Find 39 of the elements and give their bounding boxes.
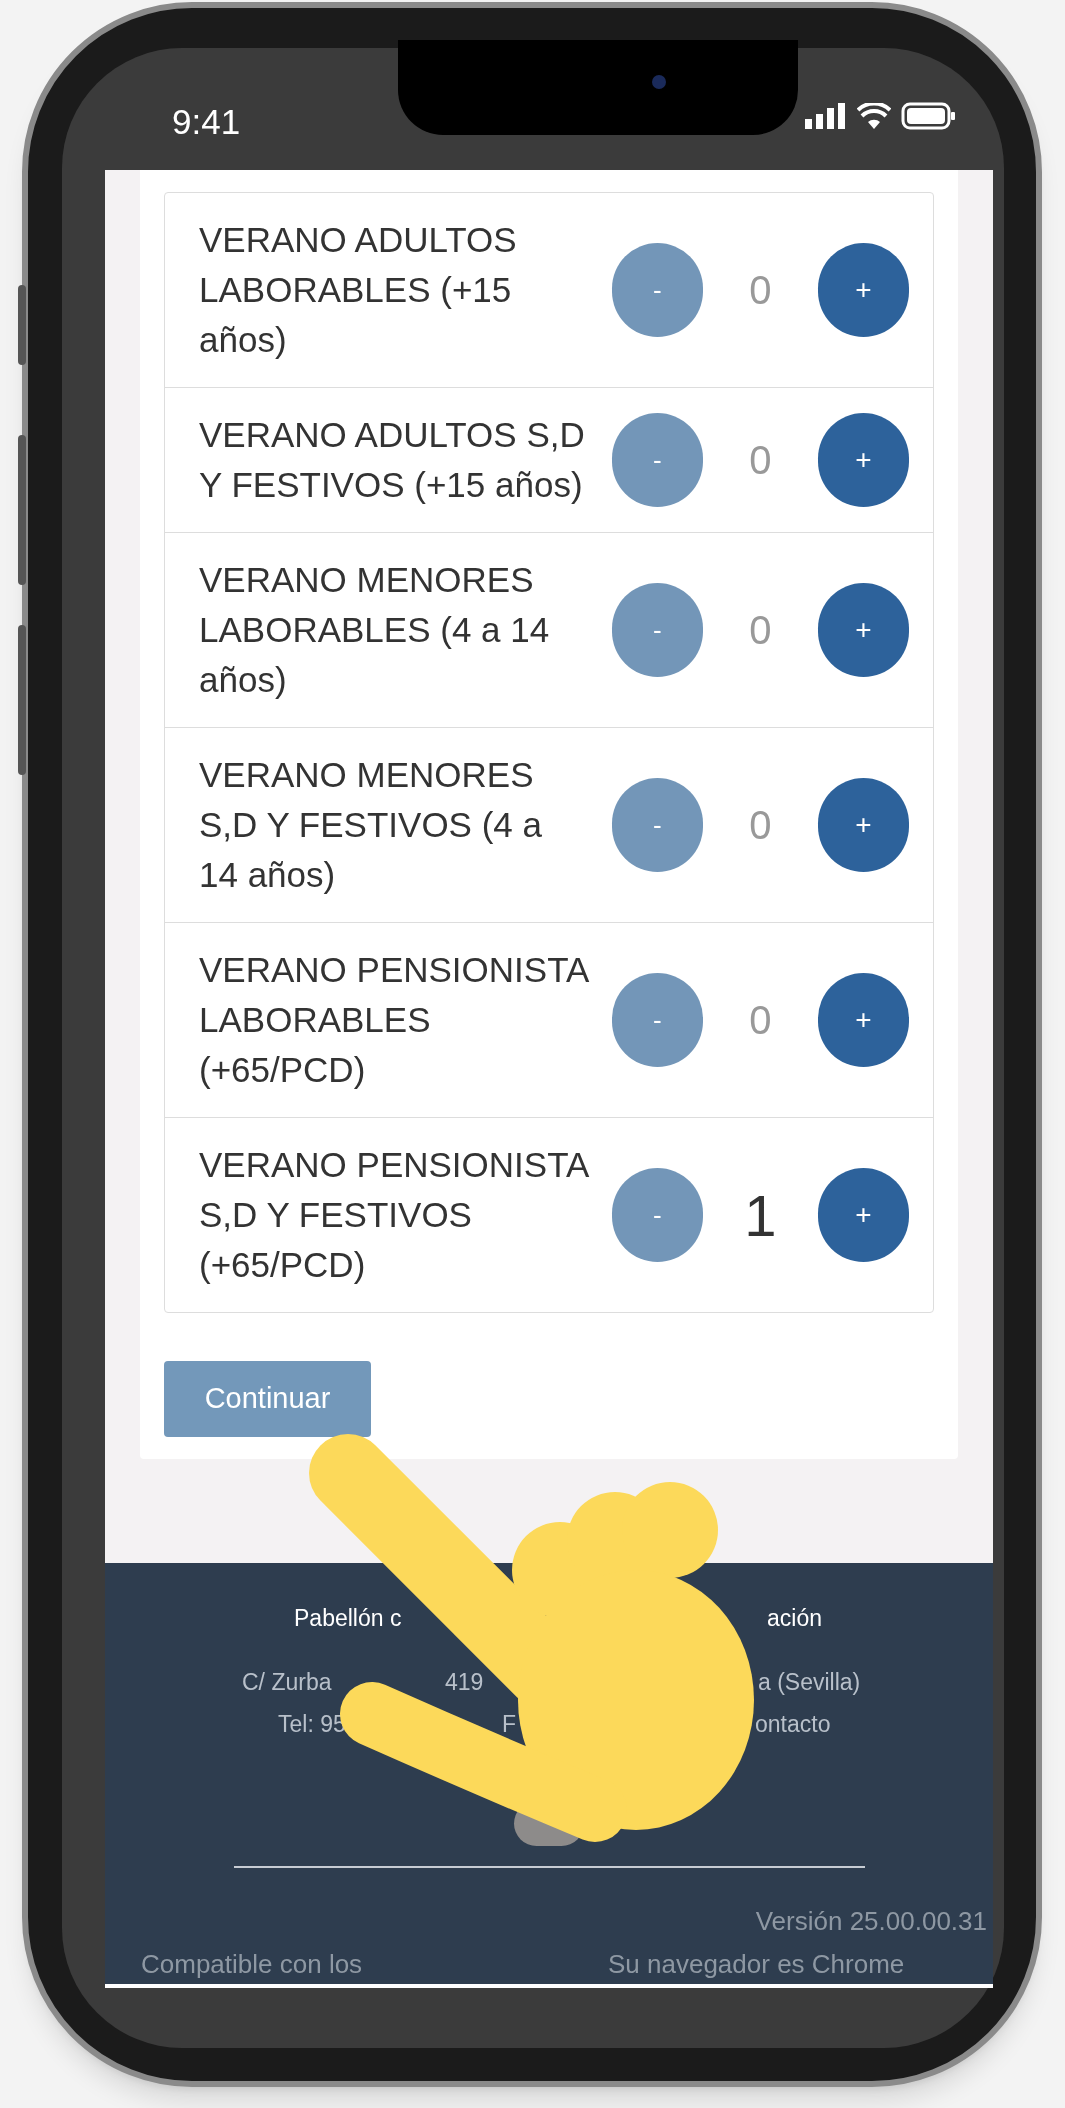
increment-button[interactable]: + bbox=[817, 243, 909, 337]
continue-button[interactable]: Continuar bbox=[164, 1361, 371, 1437]
signal-icon bbox=[805, 103, 847, 129]
browser-text: Su navegador es Chrome bbox=[608, 1948, 905, 1981]
quantity-value: 0 bbox=[748, 607, 773, 654]
footer-info-text: F bbox=[502, 1710, 517, 1739]
ticket-label: VERANO ADULTOS S,D Y FESTIVOS (+15 años) bbox=[199, 414, 586, 506]
footer-info-text: a (Sevilla) bbox=[758, 1668, 861, 1697]
footer-info-text: C/ Zurba bbox=[242, 1668, 332, 1697]
increment-button[interactable]: + bbox=[817, 973, 909, 1067]
quantity-value: 1 bbox=[743, 1181, 778, 1250]
increment-button[interactable]: + bbox=[817, 778, 909, 872]
decrement-button[interactable]: - bbox=[611, 413, 703, 507]
status-time: 9:41 bbox=[172, 101, 241, 143]
quantity-value: 0 bbox=[748, 437, 773, 484]
ticket-label: VERANO PENSIONISTA LABORABLES (+65/PCD) bbox=[199, 949, 588, 1091]
ticket-label: VERANO PENSIONISTA S,D Y FESTIVOS (+65/PCD) bbox=[199, 1144, 588, 1286]
version-text: Versión 25.00.00.31 bbox=[755, 1905, 987, 1938]
footer-info-text: ontacto bbox=[755, 1710, 831, 1739]
quantity-value: 0 bbox=[748, 997, 773, 1044]
ticket-label: VERANO MENORES LABORABLES (4 a 14 años) bbox=[199, 559, 551, 701]
ticket-label: VERANO ADULTOS LABORABLES (+15 años) bbox=[199, 219, 518, 361]
increment-button[interactable]: + bbox=[817, 1168, 909, 1262]
footer-title-text: Pabellón c bbox=[294, 1604, 402, 1633]
footer-title-text: ación bbox=[767, 1604, 822, 1633]
wifi-icon bbox=[857, 103, 891, 129]
increment-button[interactable]: + bbox=[817, 413, 909, 507]
decrement-button[interactable]: - bbox=[611, 778, 703, 872]
compatibility-text: Compatible con los bbox=[141, 1948, 364, 1981]
footer-info-text: 419 bbox=[445, 1668, 484, 1697]
increment-button[interactable]: + bbox=[817, 583, 909, 677]
decrement-button[interactable]: - bbox=[611, 973, 703, 1067]
decrement-button[interactable]: - bbox=[611, 1168, 703, 1262]
decrement-button[interactable]: - bbox=[611, 583, 703, 677]
quantity-value: 0 bbox=[748, 267, 773, 314]
quantity-value: 0 bbox=[748, 802, 773, 849]
battery-icon bbox=[901, 102, 957, 130]
decrement-button[interactable]: - bbox=[611, 243, 703, 337]
ticket-label: VERANO MENORES S,D Y FESTIVOS (4 a 14 años) bbox=[199, 754, 543, 896]
